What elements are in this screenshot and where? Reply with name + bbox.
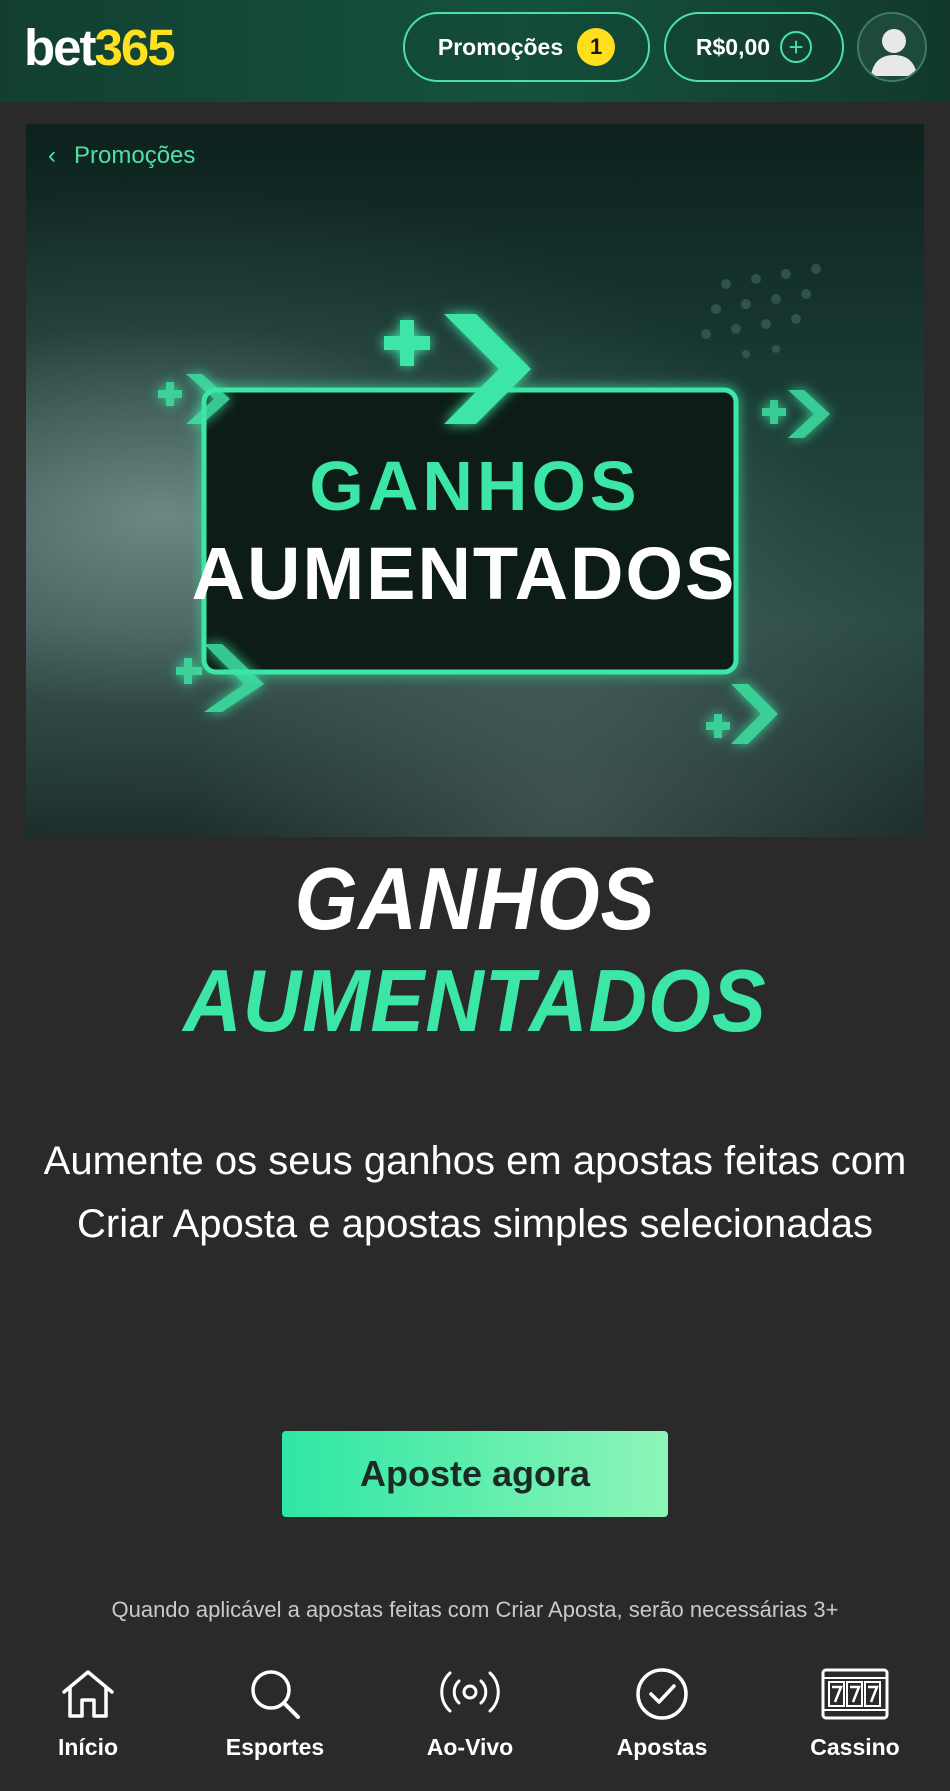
promo-description: Aumente os seus ganhos em apostas feitas… <box>43 1139 907 1246</box>
promotions-count-badge: 1 <box>577 28 616 66</box>
logo-text-bet: bet <box>24 19 96 76</box>
chevron-left-icon: ‹ <box>48 142 56 169</box>
live-icon <box>440 1671 500 1713</box>
banner-line1: GANHOS <box>309 447 640 525</box>
nav-label-cassino: Cassino <box>810 1734 900 1760</box>
promo-title-line1: GANHOS <box>294 849 656 948</box>
hero-artwork: GANHOS AUMENTADOS <box>158 264 830 744</box>
nav-label-apostas: Apostas <box>616 1734 708 1760</box>
promo-title-line2: AUMENTADOS <box>183 951 767 1050</box>
home-icon <box>62 1670 114 1718</box>
bottom-navigation: Início Esportes Ao-Vivo Apostas Cassino <box>0 1632 950 1791</box>
bet365-logo[interactable]: bet365 <box>24 18 176 78</box>
banner-line2: AUMENTADOS <box>192 532 737 615</box>
balance-button[interactable]: R$0,00 + <box>664 12 844 82</box>
nav-label-esportes: Esportes <box>225 1734 325 1760</box>
promotions-button[interactable]: Promoções 1 <box>403 12 650 82</box>
search-icon <box>251 1670 300 1719</box>
check-circle-icon <box>636 1668 688 1720</box>
promo-hero-banner: GANHOS AUMENTADOS ‹ Promoções <box>26 124 924 837</box>
top-header: bet365 Promoções 1 R$0,00 + <box>0 0 950 102</box>
breadcrumb[interactable]: ‹ Promoções <box>48 142 195 170</box>
terms-fineprint: Quando aplicável a apostas feitas com Cr… <box>111 1597 839 1622</box>
slot-machine-icon <box>821 1668 889 1720</box>
promotions-label: Promoções <box>437 33 564 60</box>
breadcrumb-label: Promoções <box>74 142 196 169</box>
nav-item-inicio[interactable]: Início <box>0 1666 178 1761</box>
account-avatar-button[interactable] <box>857 12 927 82</box>
nav-item-esportes[interactable]: Esportes <box>185 1666 365 1761</box>
nav-item-ao-vivo[interactable]: Ao-Vivo <box>380 1666 560 1761</box>
nav-label-ao-vivo: Ao-Vivo <box>426 1734 514 1760</box>
nav-label-inicio: Início <box>57 1734 119 1760</box>
nav-item-cassino[interactable]: Cassino <box>765 1666 945 1761</box>
nav-item-apostas[interactable]: Apostas <box>572 1666 752 1761</box>
add-funds-icon[interactable]: + <box>780 31 813 63</box>
bet-now-button[interactable]: Aposte agora <box>282 1431 668 1517</box>
balance-amount: R$0,00 <box>695 33 771 60</box>
logo-text-365: 365 <box>94 19 176 76</box>
user-icon <box>871 29 917 76</box>
